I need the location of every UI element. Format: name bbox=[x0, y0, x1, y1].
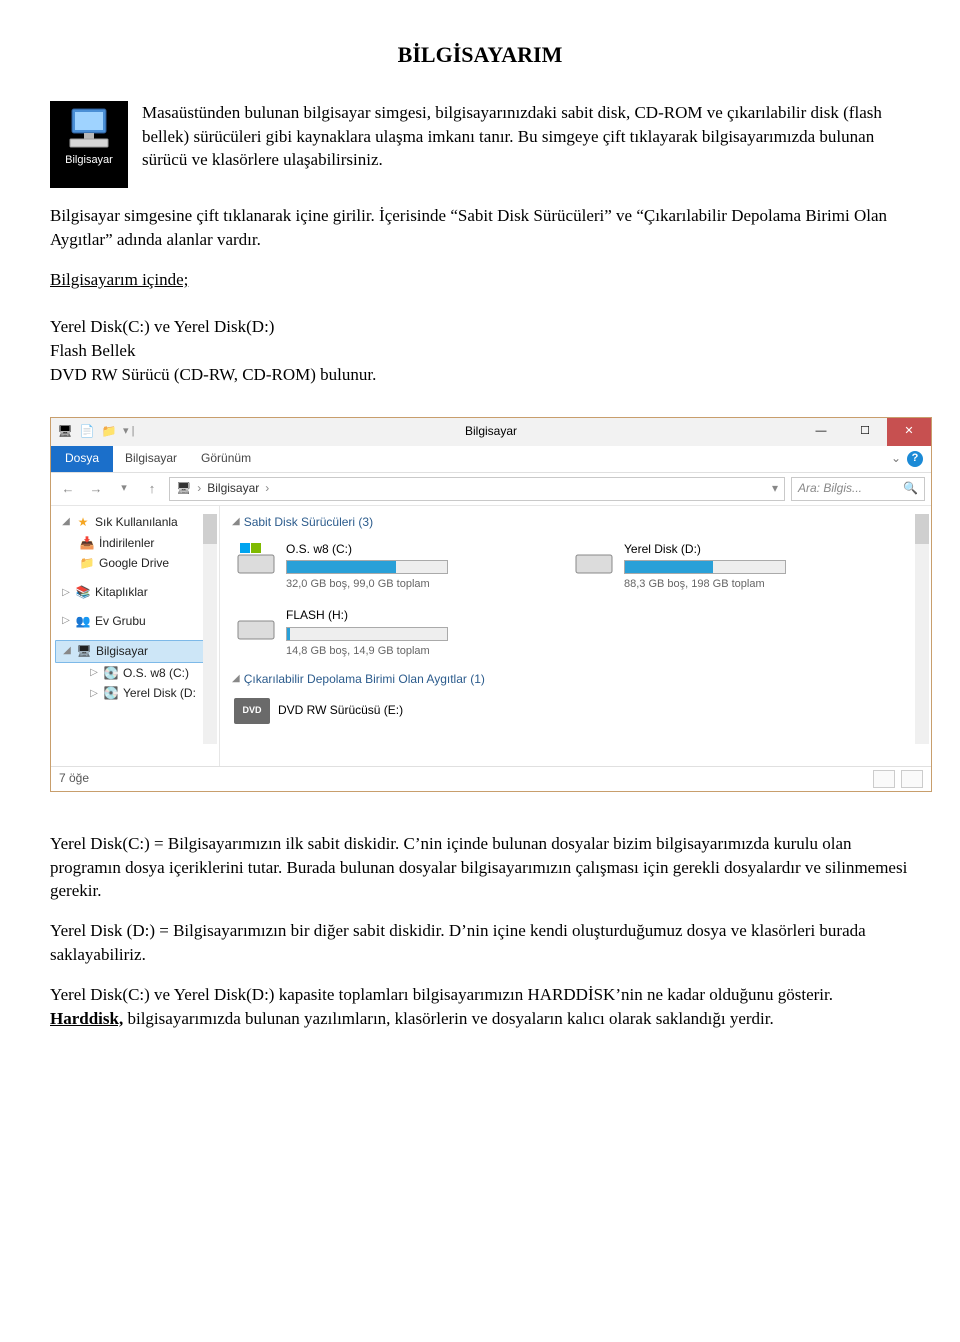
bilgisayar-icon-label: Bilgisayar bbox=[65, 154, 113, 166]
gdrive-icon: 📁 bbox=[79, 556, 95, 572]
document-small-icon[interactable]: 📄 bbox=[79, 424, 95, 440]
drive-h[interactable]: FLASH (H:) 14,8 GB boş, 14,9 GB toplam bbox=[230, 603, 538, 663]
drive-h-icon bbox=[234, 607, 278, 643]
crumb-sep-icon-2: › bbox=[265, 480, 269, 497]
tree-drive-c[interactable]: ▷ 💽 O.S. w8 (C:) bbox=[55, 663, 215, 684]
intro-paragraph: Masaüstünden bulunan bilgisayar simgesi,… bbox=[142, 101, 910, 172]
tree-drive-d[interactable]: ▷ 💽 Yerel Disk (D: ⌄ bbox=[55, 683, 215, 704]
drive-d-sub: 88,3 GB boş, 198 GB toplam bbox=[624, 577, 786, 592]
ribbon-tabs: Dosya Bilgisayar Görünüm ⌄ ? bbox=[51, 446, 931, 473]
explorer-window: 🖥 📄 📁 ▾ | Bilgisayar — ☐ ✕ Dosya Bilgisa… bbox=[50, 417, 932, 792]
view-large-button[interactable] bbox=[901, 770, 923, 788]
tree-libraries[interactable]: ▷ 📚 Kitaplıklar bbox=[55, 582, 215, 603]
status-bar: 7 öğe bbox=[51, 766, 931, 791]
tree-gdrive[interactable]: 📁 Google Drive bbox=[55, 553, 215, 574]
drive-d-bar bbox=[624, 560, 786, 574]
computer-small-icon: 🖥 bbox=[57, 424, 73, 440]
chevron-down-icon[interactable]: ⌄ bbox=[891, 450, 901, 467]
section-removable[interactable]: ◢ Çıkarılabilir Depolama Birimi Olan Ayg… bbox=[230, 669, 921, 694]
tree-scrollbar[interactable] bbox=[203, 514, 217, 744]
drive-c-name: O.S. w8 (C:) bbox=[286, 541, 448, 558]
nav-forward-button[interactable]: → bbox=[85, 478, 107, 500]
after-paragraph-2: Yerel Disk (D:) = Bilgisayarımızın bir d… bbox=[50, 919, 910, 967]
breadcrumb-dropdown-icon[interactable]: ▾ bbox=[772, 480, 778, 497]
drive-c[interactable]: O.S. w8 (C:) 32,0 GB boş, 99,0 GB toplam bbox=[230, 537, 538, 597]
help-icon[interactable]: ? bbox=[907, 451, 923, 467]
after-paragraph-1: Yerel Disk(C:) = Bilgisayarımızın ilk sa… bbox=[50, 832, 910, 903]
harddisk-term: Harddisk, bbox=[50, 1009, 123, 1028]
drive-icon: 💽 bbox=[103, 665, 119, 681]
tree-favorites[interactable]: ◢ ★ Sık Kullanılanla bbox=[55, 512, 215, 533]
minimize-button[interactable]: — bbox=[799, 418, 843, 446]
tree-homegroup[interactable]: ▷ 👥 Ev Grubu bbox=[55, 611, 215, 632]
libraries-icon: 📚 bbox=[75, 585, 91, 601]
list-item-1: Yerel Disk(C:) ve Yerel Disk(D:) bbox=[50, 315, 910, 339]
view-details-button[interactable] bbox=[873, 770, 895, 788]
star-icon: ★ bbox=[75, 514, 91, 530]
drive-h-bar bbox=[286, 627, 448, 641]
after-paragraph-3: Yerel Disk(C:) ve Yerel Disk(D:) kapasit… bbox=[50, 983, 910, 1031]
drive-dvd-name: DVD RW Sürücüsü (E:) bbox=[278, 702, 403, 719]
bilgisayar-desktop-icon: Bilgisayar bbox=[50, 101, 128, 188]
close-button[interactable]: ✕ bbox=[887, 418, 931, 446]
address-bar-row: ← → ▾ ↑ 🖥 › Bilgisayar › ▾ Ara: Bilgis..… bbox=[51, 473, 931, 506]
drive-d-name: Yerel Disk (D:) bbox=[624, 541, 786, 558]
crumb-sep-icon: › bbox=[197, 480, 201, 497]
list-item-3: DVD RW Sürücü (CD-RW, CD-ROM) bulunur. bbox=[50, 363, 910, 387]
drive-c-bar bbox=[286, 560, 448, 574]
drive-icon: 💽 bbox=[103, 686, 119, 702]
nav-tree: ◢ ★ Sık Kullanılanla 📥 İndirilenler 📁 Go… bbox=[51, 506, 220, 766]
computer-tab[interactable]: Bilgisayar bbox=[113, 450, 189, 467]
search-input[interactable]: Ara: Bilgis... 🔍 bbox=[791, 477, 925, 501]
nav-back-button[interactable]: ← bbox=[57, 478, 79, 500]
computer-bc-icon: 🖥 bbox=[176, 480, 191, 497]
view-tab[interactable]: Görünüm bbox=[189, 450, 263, 467]
folder-small-icon[interactable]: 📁 bbox=[101, 424, 117, 440]
content-scrollbar[interactable] bbox=[915, 514, 929, 744]
nav-history-dropdown[interactable]: ▾ bbox=[113, 478, 135, 500]
maximize-button[interactable]: ☐ bbox=[843, 418, 887, 446]
drive-c-icon bbox=[234, 541, 278, 577]
drive-d[interactable]: Yerel Disk (D:) 88,3 GB boş, 198 GB topl… bbox=[568, 537, 876, 597]
homegroup-icon: 👥 bbox=[75, 613, 91, 629]
content-pane: ◢ Sabit Disk Sürücüleri (3) O.S. w8 (C:)… bbox=[220, 506, 931, 766]
drive-h-name: FLASH (H:) bbox=[286, 607, 448, 624]
computer-icon bbox=[64, 107, 114, 149]
file-tab[interactable]: Dosya bbox=[51, 446, 113, 472]
page-title: BİLGİSAYARIM bbox=[50, 40, 910, 71]
drive-dvd[interactable]: DVD DVD RW Sürücüsü (E:) bbox=[230, 694, 921, 728]
tree-computer[interactable]: ◢ 🖥 Bilgisayar bbox=[55, 640, 215, 663]
computer-tree-icon: 🖥 bbox=[76, 643, 92, 659]
dvd-icon: DVD bbox=[234, 698, 270, 724]
list-item-2: Flash Bellek bbox=[50, 339, 910, 363]
paragraph-2: Bilgisayar simgesine çift tıklanarak içi… bbox=[50, 204, 910, 252]
search-placeholder: Ara: Bilgis... bbox=[798, 480, 862, 497]
status-item-count: 7 öğe bbox=[59, 770, 89, 787]
drive-h-sub: 14,8 GB boş, 14,9 GB toplam bbox=[286, 644, 448, 659]
downloads-icon: 📥 bbox=[79, 535, 95, 551]
explorer-titlebar: 🖥 📄 📁 ▾ | Bilgisayar — ☐ ✕ bbox=[51, 418, 931, 446]
bilgisayarim-icinde-label: Bilgisayarım içinde; bbox=[50, 270, 188, 289]
breadcrumb[interactable]: 🖥 › Bilgisayar › ▾ bbox=[169, 477, 785, 501]
section-hdd[interactable]: ◢ Sabit Disk Sürücüleri (3) bbox=[230, 512, 921, 537]
tree-downloads[interactable]: 📥 İndirilenler bbox=[55, 533, 215, 554]
nav-up-button[interactable]: ↑ bbox=[141, 478, 163, 500]
search-icon: 🔍 bbox=[903, 480, 918, 497]
drive-c-sub: 32,0 GB boş, 99,0 GB toplam bbox=[286, 577, 448, 592]
drive-d-icon bbox=[572, 541, 616, 577]
separator-pipe: ▾ | bbox=[123, 424, 134, 439]
breadcrumb-computer[interactable]: Bilgisayar bbox=[207, 480, 259, 497]
